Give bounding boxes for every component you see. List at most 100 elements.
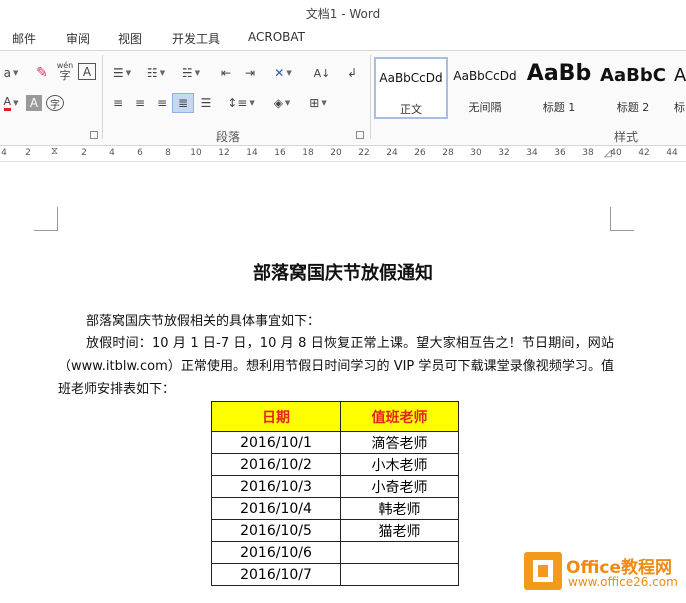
styles-gallery: AaBbCcDd 正文 AaBbCcDd 无间隔 AaBb 标题 1 AaBbC… [374, 57, 686, 119]
sort-button[interactable]: A↓ [312, 63, 332, 83]
group-divider [370, 55, 371, 139]
intro-paragraph: 部落窝国庆节放假相关的具体事宜如下： [86, 314, 321, 329]
date-cell[interactable]: 2016/10/5 [211, 519, 341, 542]
numbered-list-icon: ☷ [146, 66, 158, 80]
increase-indent-icon: ⇥ [244, 66, 256, 80]
borders-button[interactable]: ⊞ ▼ [304, 93, 332, 113]
align-left-icon: ≡ [112, 96, 124, 110]
chinese-layout-button[interactable]: ✕ ▼ [268, 63, 298, 83]
chevron-down-icon: ▼ [284, 99, 291, 107]
paragraph-group-label: 段落 [216, 130, 241, 144]
date-cell[interactable]: 2016/10/2 [211, 453, 341, 476]
date-cell[interactable]: 2016/10/7 [211, 563, 341, 586]
sort-icon: A↓ [313, 66, 331, 80]
line-spacing-button[interactable]: ↕≡ ▼ [226, 93, 256, 113]
column-header-date: 日期 [211, 401, 341, 432]
chevron-down-icon: ▼ [249, 99, 255, 107]
borders-icon: ⊞ [309, 96, 320, 110]
ribbon: a ▼ ✎ wén 字 A A ▼ A 字 ☰ ▼ ☷ ▼ ☵ ▼ ⇤ ⇥ ✕ ▼ A↓ ↲… [0, 50, 686, 146]
phonetic-guide-button[interactable]: wén 字 [54, 61, 76, 82]
paragraph-dialog-launcher-icon[interactable] [356, 131, 364, 139]
chevron-down-icon: ▼ [13, 99, 19, 107]
clear-formatting-button[interactable]: ✎ [32, 63, 52, 83]
body-paragraph: 放假时间：10 月 1 日-7 日，10 月 8 日恢复正常上课。望大家相互告之… [58, 336, 614, 397]
document-page[interactable]: 部落窝国庆节放假通知 部落窝国庆节放假相关的具体事宜如下： 放假时间：10 月 … [0, 163, 686, 603]
style-heading-2[interactable]: AaBbC 标题 2 [596, 57, 670, 119]
chevron-down-icon: ▼ [12, 69, 19, 77]
date-cell[interactable]: 2016/10/3 [211, 475, 341, 498]
justify-button[interactable]: ≣ [172, 93, 194, 113]
style-normal[interactable]: AaBbCcDd 正文 [374, 57, 448, 119]
numbering-button[interactable]: ☷ ▼ [142, 63, 170, 83]
tab-acrobat[interactable]: ACROBAT [248, 30, 305, 44]
chevron-down-icon: ▼ [194, 69, 201, 77]
character-border-button[interactable]: A [78, 63, 96, 80]
margin-corner-mark [34, 207, 58, 231]
teacher-cell[interactable]: 滴答老师 [340, 431, 459, 454]
increase-indent-button[interactable]: ⇥ [240, 63, 260, 83]
table-row: 2016/10/1 滴答老师 [211, 431, 459, 454]
office-logo-icon [524, 552, 562, 590]
bullet-list-icon: ☰ [112, 66, 124, 80]
teacher-cell[interactable]: 韩老师 [340, 497, 459, 520]
watermark-url: www.office26.com [568, 575, 678, 589]
ribbon-tabs: 邮件 审阅 视图 开发工具 ACROBAT [0, 24, 686, 50]
teacher-cell[interactable]: 猫老师 [340, 519, 459, 542]
style-heading-1[interactable]: AaBb 标题 1 [522, 57, 596, 119]
tab-mailings[interactable]: 邮件 [12, 30, 36, 47]
style-no-spacing[interactable]: AaBbCcDd 无间隔 [448, 57, 522, 119]
align-right-icon: ≡ [156, 96, 168, 110]
chinese-layout-icon: ✕ [274, 66, 285, 80]
align-left-button[interactable]: ≡ [108, 93, 128, 113]
site-watermark: Office教程网 www.office26.com [522, 551, 686, 603]
align-center-icon: ≡ [134, 96, 146, 110]
justify-icon: ≣ [177, 96, 189, 110]
tab-developer[interactable]: 开发工具 [172, 30, 220, 47]
duty-schedule-table: 日期 值班老师 2016/10/1 滴答老师 2016/10/2 小木老师 20… [211, 401, 459, 586]
date-cell[interactable]: 2016/10/1 [211, 431, 341, 454]
bullets-button[interactable]: ☰ ▼ [108, 63, 136, 83]
chevron-down-icon: ▼ [321, 99, 327, 107]
teacher-cell[interactable] [340, 563, 459, 586]
table-row: 2016/10/5 猫老师 [211, 519, 459, 542]
align-right-button[interactable]: ≡ [152, 93, 172, 113]
font-size-fragment[interactable]: a ▼ [0, 63, 22, 83]
chevron-down-icon: ▼ [159, 69, 166, 77]
table-row: 2016/10/4 韩老师 [211, 497, 459, 520]
margin-corner-mark [610, 207, 634, 231]
chevron-down-icon: ▼ [125, 69, 132, 77]
horizontal-ruler[interactable]: 4 2 ⧖ 2 4 6 8 10 12 14 16 18 20 22 24 26… [0, 146, 686, 162]
enclose-characters-button[interactable]: 字 [46, 95, 64, 111]
paint-bucket-icon: ◈ [273, 96, 283, 110]
tab-view[interactable]: 视图 [118, 30, 142, 47]
align-center-button[interactable]: ≡ [130, 93, 150, 113]
date-cell[interactable]: 2016/10/6 [211, 541, 341, 564]
distributed-button[interactable]: ☰ [196, 93, 216, 113]
table-row: 2016/10/3 小奇老师 [211, 475, 459, 498]
teacher-cell[interactable]: 小奇老师 [340, 475, 459, 498]
document-title: 部落窝国庆节放假通知 [253, 263, 433, 284]
date-cell[interactable]: 2016/10/4 [211, 497, 341, 520]
decrease-indent-icon: ⇤ [220, 66, 232, 80]
styles-group-label: 样式 [614, 130, 639, 144]
show-marks-button[interactable]: ↲ [342, 63, 362, 83]
teacher-cell[interactable] [340, 541, 459, 564]
teacher-cell[interactable]: 小木老师 [340, 453, 459, 476]
font-dialog-launcher-icon[interactable] [90, 131, 98, 139]
multilevel-list-button[interactable]: ☵ ▼ [176, 63, 206, 83]
tab-review[interactable]: 审阅 [66, 30, 90, 47]
style-title[interactable]: A 标 [670, 57, 686, 119]
indent-marker-icon[interactable]: ⧖ [51, 146, 58, 157]
character-shading-button[interactable]: A [26, 95, 42, 111]
window-title: 文档1 - Word [305, 7, 381, 21]
decrease-indent-button[interactable]: ⇤ [216, 63, 236, 83]
table-row: 2016/10/2 小木老师 [211, 453, 459, 476]
table-row: 2016/10/7 [211, 563, 459, 586]
chevron-down-icon: ▼ [286, 69, 292, 77]
eraser-icon: ✎ [36, 65, 48, 81]
line-spacing-icon: ↕≡ [227, 96, 248, 110]
shading-button[interactable]: ◈ ▼ [268, 93, 296, 113]
table-row: 2016/10/6 [211, 541, 459, 564]
font-color-button[interactable]: A ▼ [0, 93, 22, 113]
title-bar: 文档1 - Word [0, 0, 686, 24]
